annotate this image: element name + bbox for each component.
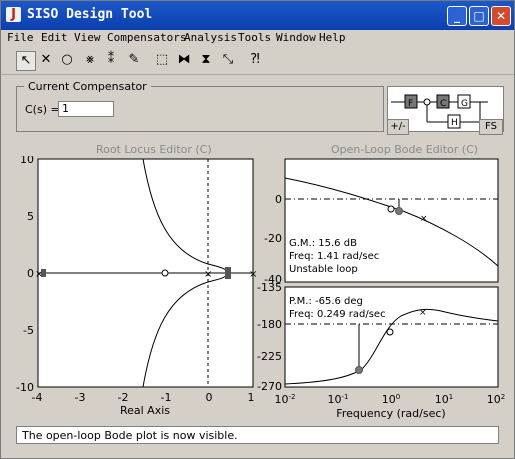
add-complex-pole-icon[interactable]: ⨳ [81, 51, 99, 69]
maximize-button[interactable]: □ [469, 6, 489, 26]
siso-design-tool-window: J SISO Design Tool _ □ ✕ File Edit View … [0, 0, 515, 459]
rl-ytick: 10 [20, 156, 34, 166]
toolbar: ↖ ✕ ○ ⨳ ⁑ ✎ ⬚ ⧓ ⧗ ⤡ ⁈ [1, 47, 514, 75]
menu-window[interactable]: Window [276, 31, 316, 44]
add-pole-icon[interactable]: ✕ [37, 51, 55, 69]
zoom-xy-icon[interactable]: ⤡ [219, 51, 237, 69]
mag-ytick: -20 [264, 232, 282, 245]
menu-compensators[interactable]: Compensators [107, 31, 186, 44]
title-bar[interactable]: J SISO Design Tool _ □ ✕ [1, 1, 514, 30]
closed-loop-pole-left[interactable] [41, 269, 46, 277]
mag-pole-marker[interactable]: × [420, 214, 428, 224]
pole-marker-origin[interactable]: × [204, 269, 212, 280]
bode-xtick: 102 [487, 393, 505, 406]
bode-xtick: 10-1 [328, 393, 349, 406]
rl-ytick: 0 [27, 267, 34, 280]
g-block-label: G [461, 99, 468, 109]
rl-xtick: -1 [161, 391, 172, 404]
bode-plot[interactable]: × G.M.: 15.6 dB Freq: 1.41 rad/sec Unsta… [256, 156, 514, 426]
sign-toggle-button[interactable]: +/- [387, 119, 409, 135]
zoom-box-icon[interactable]: ⬚ [153, 51, 171, 69]
current-compensator-title: Current Compensator [24, 80, 151, 93]
phase-pole-marker[interactable]: × [419, 308, 427, 318]
menu-file[interactable]: File [7, 31, 34, 44]
compensator-label: C(s) = [25, 103, 60, 116]
fs-button[interactable]: FS [479, 119, 503, 135]
menu-analysis[interactable]: Analysis [184, 31, 237, 44]
stability-text: Unstable loop [289, 264, 358, 275]
rl-xtick: -3 [75, 391, 86, 404]
menu-edit[interactable]: Edit [41, 31, 68, 44]
matlab-app-icon: J [6, 7, 21, 22]
minimize-button[interactable]: _ [447, 6, 467, 26]
gain-margin-freq: Freq: 1.41 rad/sec [289, 251, 379, 262]
bode-editor-title: Open-Loop Bode Editor (C) [331, 143, 479, 156]
phase-gain-handle[interactable] [355, 366, 363, 374]
rl-xlabel: Real Axis [120, 404, 170, 417]
root-locus-title: Root Locus Editor (C) [96, 143, 212, 156]
window-title: SISO Design Tool [27, 7, 153, 22]
root-locus-plot[interactable]: × × × 10 5 0 -5 -10 -4 -3 -2 -1 0 1 Real… [1, 156, 259, 421]
bode-xtick: 100 [382, 393, 400, 406]
h-block-label: H [451, 118, 458, 128]
menu-help[interactable]: Help [319, 31, 346, 44]
rl-xtick: 0 [206, 391, 213, 404]
zoom-y-icon[interactable]: ⧗ [197, 51, 215, 69]
bode-xtick: 10-2 [275, 393, 296, 406]
menu-view[interactable]: View [74, 31, 101, 44]
menu-bar: File Edit View Compensators Analysis Too… [1, 30, 514, 48]
zero-marker[interactable] [161, 269, 169, 277]
eraser-icon[interactable]: ✎ [125, 51, 143, 69]
mag-zero-marker[interactable] [387, 205, 395, 213]
phase-ytick: -270 [257, 380, 282, 393]
rl-xtick: 1 [248, 391, 255, 404]
phase-margin-text: P.M.: -65.6 deg [289, 296, 363, 307]
phase-ytick: -135 [257, 281, 282, 294]
bode-xlabel: Frequency (rad/sec) [336, 407, 445, 420]
rl-xtick: -4 [32, 391, 43, 404]
phase-ytick: -180 [257, 318, 282, 331]
phase-zero-marker[interactable] [386, 328, 394, 336]
context-help-icon[interactable]: ⁈ [246, 51, 264, 69]
c-block-label: C [440, 99, 446, 109]
rl-ytick: -5 [23, 324, 34, 337]
phase-ytick: -225 [257, 350, 282, 363]
summing-junction [423, 98, 431, 106]
status-bar: The open-loop Bode plot is now visible. [16, 426, 499, 444]
closed-loop-pole-right[interactable] [225, 267, 231, 279]
f-block-label: F [408, 99, 413, 109]
zoom-x-icon[interactable]: ⧓ [175, 51, 193, 69]
bode-xtick: 101 [435, 393, 453, 406]
mag-ytick: 0 [275, 193, 282, 206]
add-zero-icon[interactable]: ○ [58, 51, 76, 69]
gain-margin-text: G.M.: 15.6 dB [289, 238, 357, 249]
phase-margin-freq: Freq: 0.249 rad/sec [289, 309, 386, 320]
menu-tools[interactable]: Tools [238, 31, 271, 44]
rl-ytick: 5 [27, 210, 34, 223]
mag-gain-handle[interactable] [395, 207, 403, 215]
rl-xtick: -2 [118, 391, 129, 404]
add-complex-zero-icon[interactable]: ⁑ [102, 51, 120, 69]
select-arrow-icon[interactable]: ↖ [16, 51, 36, 71]
close-button[interactable]: ✕ [491, 6, 511, 26]
compensator-input[interactable]: 1 [58, 101, 114, 117]
